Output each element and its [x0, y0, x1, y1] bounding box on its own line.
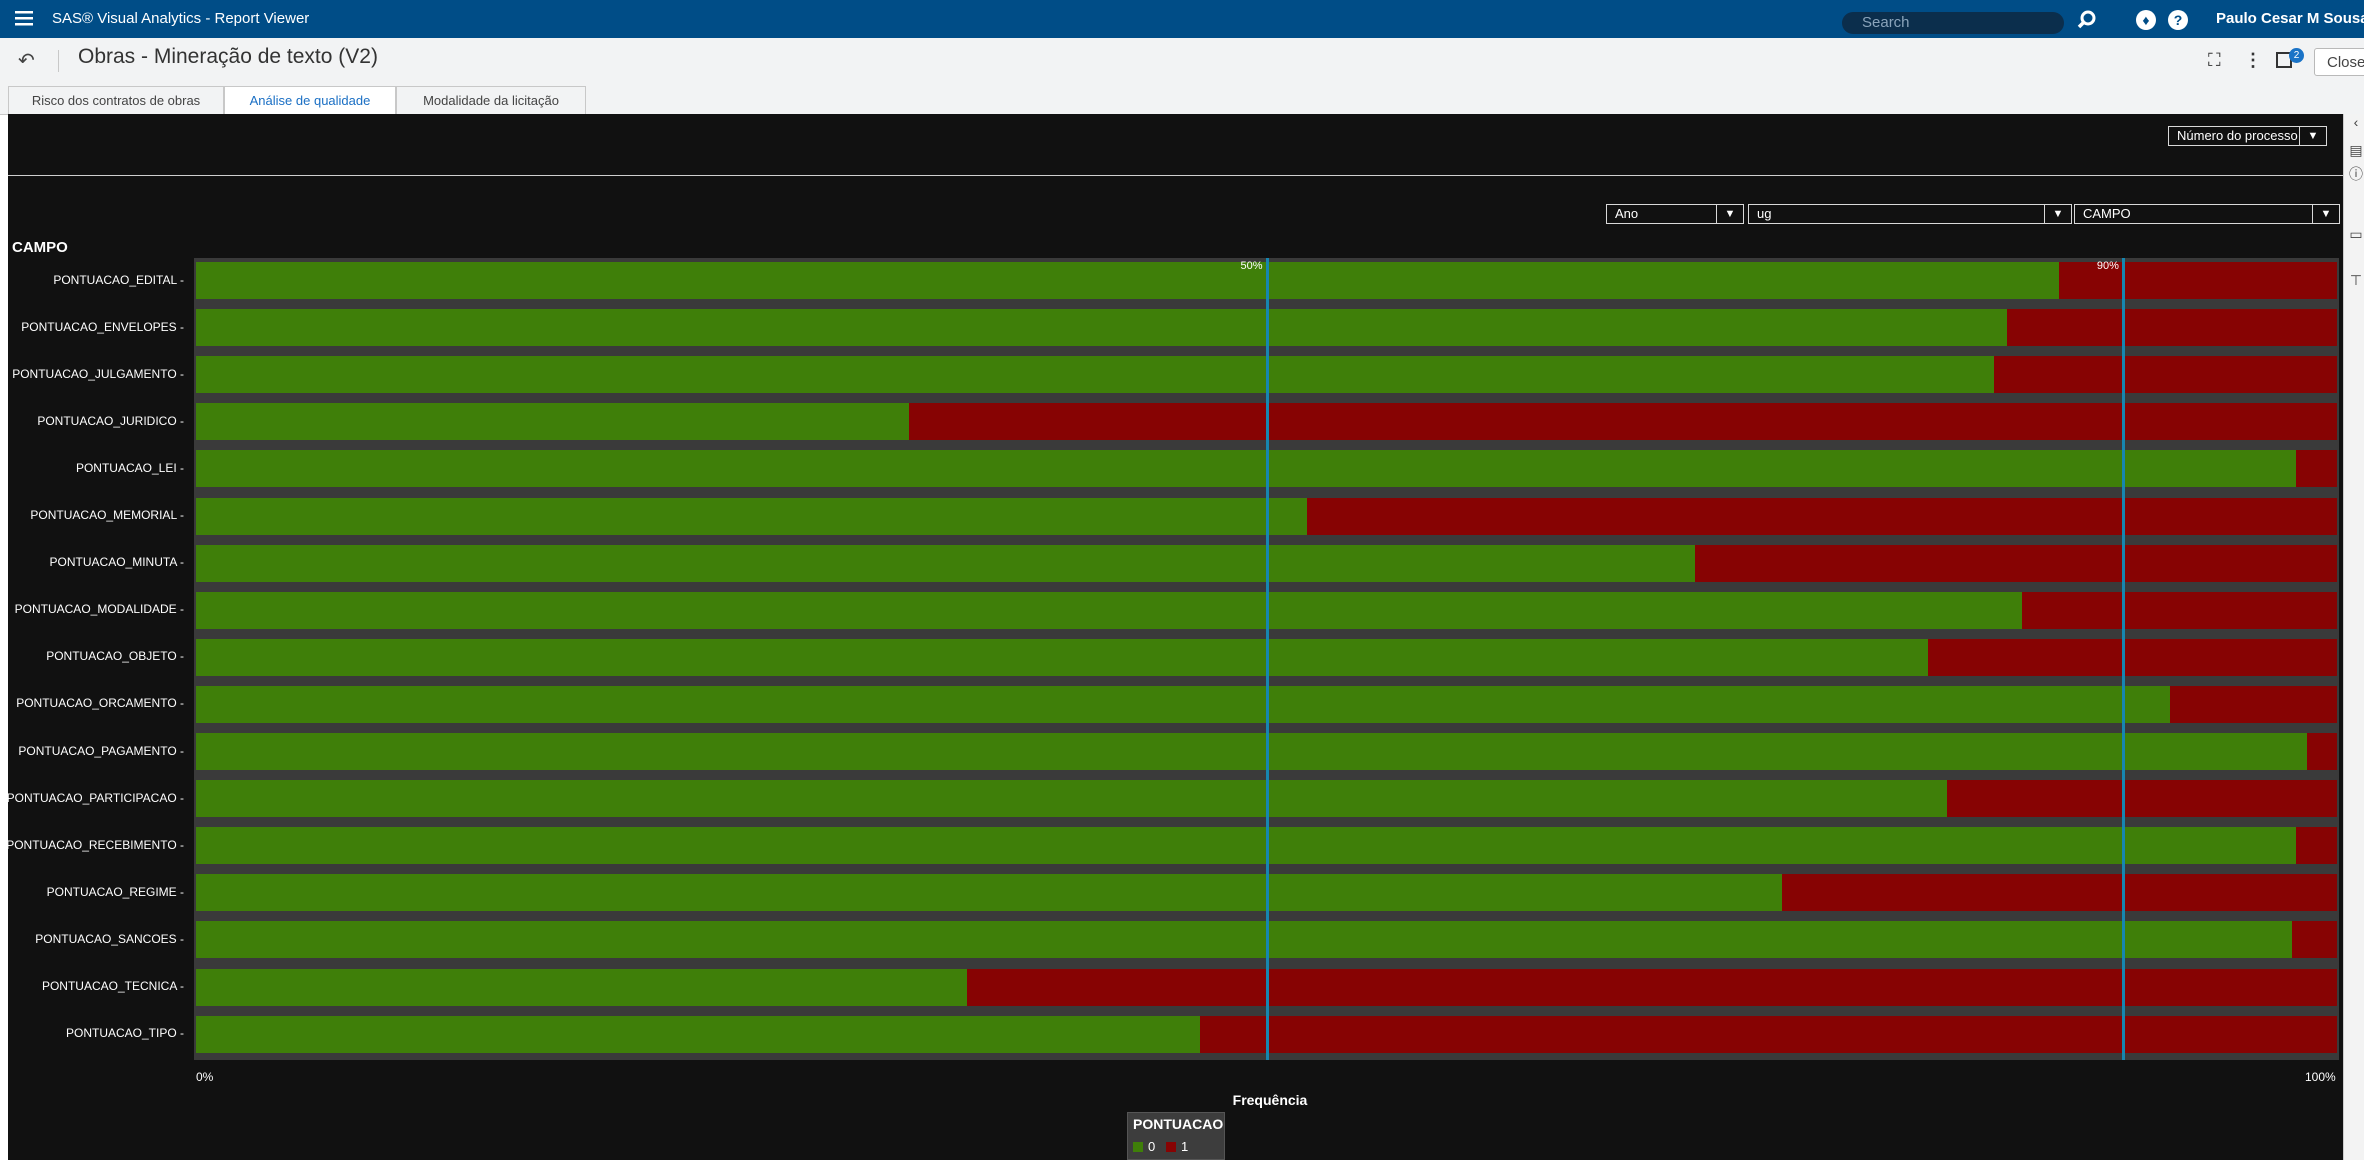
category-label: PONTUACAO_PARTICIPACAO - — [6, 790, 184, 805]
user-name[interactable]: Paulo Cesar M Sousa J — [2216, 0, 2364, 38]
category-label: PONTUACAO_TIPO - — [65, 1026, 184, 1041]
category-label: PONTUACAO_JURIDICO - — [37, 413, 184, 428]
bar-pontuacao-objeto-series-0[interactable] — [196, 638, 1929, 676]
bar-pontuacao-orcamento-series-1[interactable] — [2170, 685, 2337, 723]
bar-pontuacao-julgamento-series-0[interactable] — [196, 356, 1995, 394]
tab-modalidade-licitacao[interactable]: Modalidade da licitação — [396, 86, 586, 114]
comments-badge: 2 — [2289, 48, 2304, 63]
ug-dropdown[interactable]: ug ▼ — [1748, 204, 2072, 224]
bar-pontuacao-regime-series-0[interactable] — [196, 874, 1783, 912]
category-label: PONTUACAO_MODALIDADE - — [14, 602, 184, 617]
comment-icon[interactable]: ▭ — [2348, 226, 2364, 243]
bar-pontuacao-tipo-series-0[interactable] — [196, 1015, 1201, 1053]
bar-pontuacao-regime-series-1[interactable] — [1782, 874, 2337, 912]
bar-pontuacao-juridico-series-0[interactable] — [196, 403, 909, 441]
y-axis-title: CAMPO — [12, 239, 68, 256]
bar-pontuacao-tecnica-series-1[interactable] — [966, 968, 2337, 1006]
data-icon[interactable]: ▤ — [2348, 142, 2364, 159]
bar-pontuacao-modalidade-series-1[interactable] — [2022, 591, 2337, 629]
category-label: PONTUACAO_RECEBIMENTO - — [6, 837, 184, 852]
report-title: Obras - Mineração de texto (V2) — [78, 45, 378, 68]
app-title: SAS® Visual Analytics - Report Viewer — [52, 10, 310, 27]
bar-pontuacao-tipo-series-1[interactable] — [1200, 1015, 2337, 1053]
bar-pontuacao-memorial-series-1[interactable] — [1307, 497, 2337, 535]
bar-pontuacao-memorial-series-0[interactable] — [196, 497, 1308, 535]
bar-pontuacao-participacao-series-0[interactable] — [196, 780, 1948, 818]
bar-pontuacao-envelopes-series-1[interactable] — [2007, 309, 2337, 347]
bar-pontuacao-lei-series-1[interactable] — [2296, 450, 2337, 488]
legend-swatch-0 — [1133, 1142, 1143, 1152]
reference-line-label: 90% — [2096, 260, 2119, 272]
category-label: PONTUACAO_MEMORIAL - — [30, 508, 184, 522]
right-panel — [2343, 114, 2364, 1160]
help-icon[interactable]: ? — [2168, 10, 2188, 30]
bell-icon[interactable]: ♦ — [2136, 10, 2156, 30]
legend-label-1: 1 — [1181, 1139, 1189, 1154]
bar-pontuacao-recebimento-series-1[interactable] — [2296, 827, 2337, 865]
section-divider — [8, 175, 2343, 176]
bar-pontuacao-julgamento-series-1[interactable] — [1994, 356, 2337, 394]
category-label: PONTUACAO_ORCAMENTO - — [16, 696, 184, 711]
category-label: PONTUACAO_MINUTA - — [49, 555, 184, 570]
bar-pontuacao-pagamento-series-0[interactable] — [196, 733, 2308, 770]
ano-label: Ano — [1615, 206, 1639, 221]
bar-pontuacao-edital-series-0[interactable] — [196, 262, 2059, 299]
bar-pontuacao-envelopes-series-0[interactable] — [196, 309, 2008, 347]
chevron-down-icon: ▼ — [2312, 205, 2339, 223]
bar-pontuacao-objeto-series-1[interactable] — [1928, 638, 2337, 676]
reference-line-90 — [2121, 258, 2125, 1060]
chevron-down-icon: ▼ — [1716, 205, 1743, 223]
bar-pontuacao-minuta-series-0[interactable] — [196, 544, 1695, 582]
category-label: PONTUACAO_TECNICA - — [41, 979, 184, 993]
search-icon[interactable] — [2076, 9, 2098, 31]
bar-pontuacao-minuta-series-1[interactable] — [1694, 544, 2337, 582]
info-icon[interactable]: ⓘ — [2348, 164, 2364, 184]
reference-line-50 — [1265, 258, 1269, 1060]
bar-pontuacao-pagamento-series-1[interactable] — [2307, 733, 2337, 770]
bar-pontuacao-recebimento-series-0[interactable] — [196, 827, 2297, 865]
category-label: PONTUACAO_REGIME - — [46, 884, 184, 899]
close-button[interactable]: Close — [2314, 48, 2364, 76]
bar-pontuacao-participacao-series-1[interactable] — [1947, 780, 2337, 818]
category-label: PONTUACAO_JULGAMENTO - — [12, 366, 184, 381]
fullscreen-icon[interactable]: ⛶ — [2208, 50, 2221, 71]
more-options-icon[interactable]: ⋮ — [2244, 50, 2262, 71]
reference-line-label: 50% — [1240, 260, 1263, 272]
filter-icon[interactable]: ⊤ — [2348, 272, 2364, 289]
campo-label: CAMPO — [2083, 206, 2131, 221]
tab-risco-contratos[interactable]: Risco dos contratos de obras — [8, 86, 224, 114]
collapse-icon[interactable]: ‹ — [2348, 114, 2364, 130]
category-label: PONTUACAO_ENVELOPES - — [21, 319, 184, 334]
legend-swatch-1 — [1166, 1142, 1176, 1152]
divider — [58, 50, 59, 72]
category-label: PONTUACAO_PAGAMENTO - — [18, 743, 184, 758]
menu-icon[interactable] — [14, 8, 34, 33]
legend-title: PONTUACAO — [1133, 1116, 1224, 1132]
numero-processo-label: Número do processo — [2177, 128, 2298, 143]
x-tick-label: 100% — [2305, 1070, 2336, 1084]
category-label: PONTUACAO_LEI - — [75, 460, 184, 475]
category-label: PONTUACAO_EDITAL - — [53, 272, 184, 287]
tab-analise-qualidade[interactable]: Análise de qualidade — [224, 86, 396, 115]
x-tick-label: 0% — [196, 1070, 214, 1084]
back-icon[interactable]: ↶ — [18, 48, 35, 73]
bar-pontuacao-tecnica-series-0[interactable] — [196, 968, 967, 1006]
category-label: PONTUACAO_OBJETO - — [46, 649, 184, 664]
chevron-down-icon: ▼ — [2044, 205, 2071, 223]
bar-pontuacao-sancoes-series-1[interactable] — [2292, 921, 2337, 959]
ano-dropdown[interactable]: Ano ▼ — [1606, 204, 1744, 224]
campo-dropdown[interactable]: CAMPO ▼ — [2074, 204, 2340, 224]
bar-pontuacao-lei-series-0[interactable] — [196, 450, 2297, 488]
bar-pontuacao-sancoes-series-0[interactable] — [196, 921, 2293, 959]
x-axis-title: Frequência — [1232, 1092, 1308, 1108]
chevron-down-icon: ▼ — [2299, 127, 2326, 145]
search-input[interactable]: Search — [1842, 12, 2064, 34]
bar-pontuacao-modalidade-series-0[interactable] — [196, 591, 2023, 629]
legend-label-0: 0 — [1148, 1139, 1156, 1154]
category-label: PONTUACAO_SANCOES - — [35, 931, 184, 946]
bar-pontuacao-orcamento-series-0[interactable] — [196, 685, 2170, 723]
numero-processo-dropdown[interactable]: Número do processo ▼ — [2168, 126, 2327, 146]
ug-label: ug — [1757, 206, 1772, 221]
